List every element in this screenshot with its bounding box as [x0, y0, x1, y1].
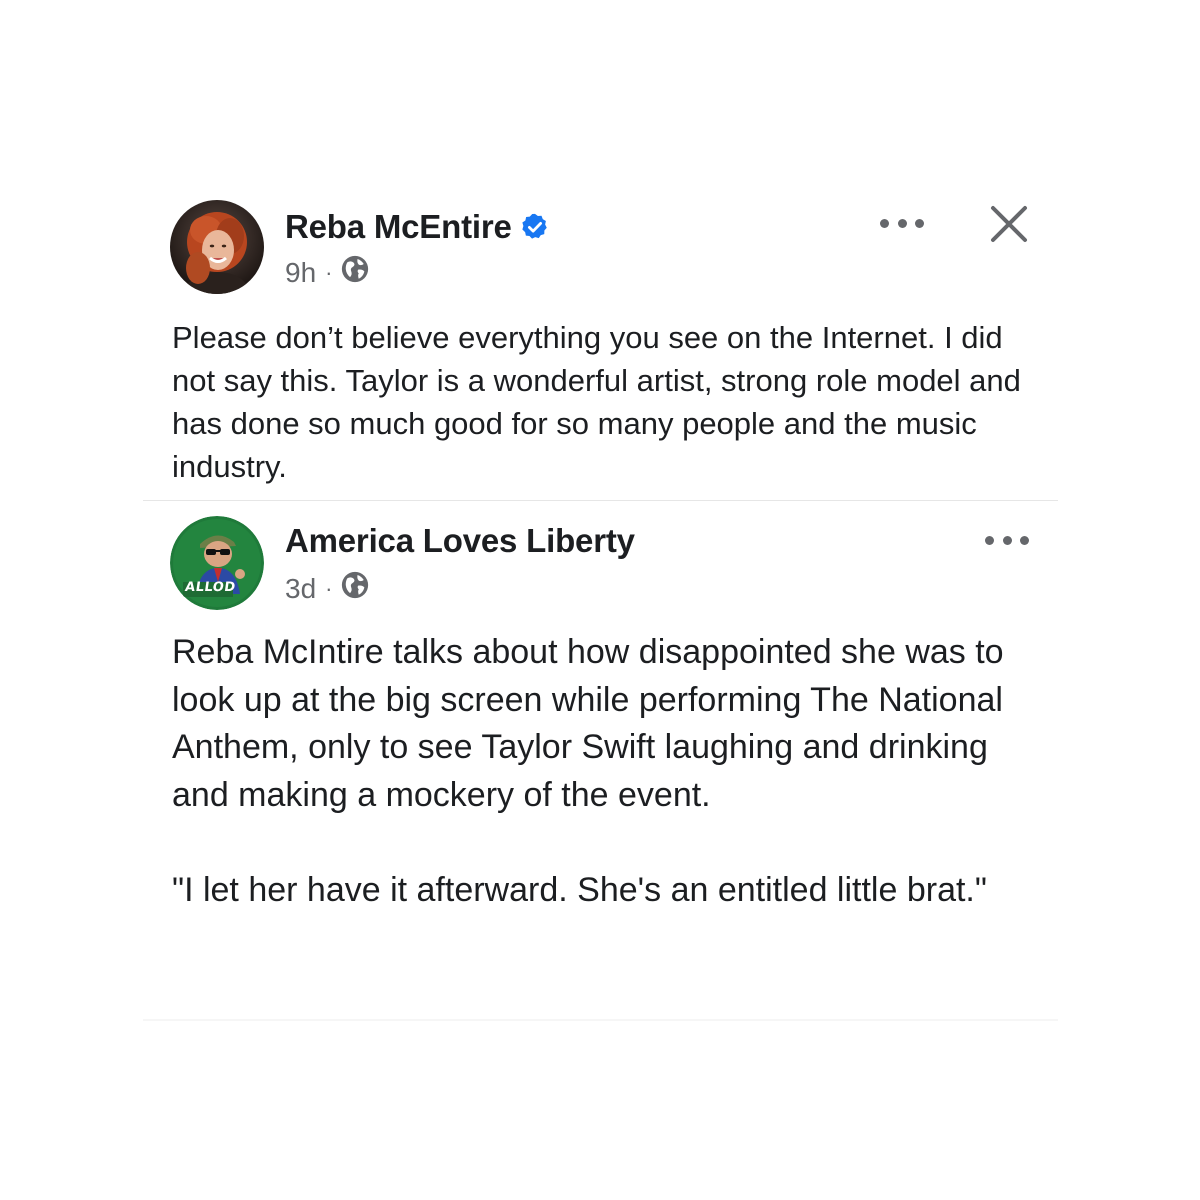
more-dot [880, 218, 889, 228]
more-dot [1020, 535, 1029, 545]
globe-icon [340, 570, 370, 607]
author-name[interactable]: Reba McEntire [285, 208, 512, 245]
post-meta: 3d · [285, 570, 370, 607]
more-options-icon[interactable] [880, 213, 924, 233]
post-meta: 9h · [285, 254, 370, 291]
globe-icon [340, 254, 370, 291]
author-name[interactable]: America Loves Liberty [285, 522, 635, 559]
post-reba-mcentire: Reba McEntire 9h · Please don’t believe … [143, 196, 1058, 500]
more-dot [897, 218, 907, 228]
post-bottom-edge [143, 1019, 1058, 1021]
close-icon[interactable] [983, 200, 1035, 252]
more-options-icon[interactable] [985, 530, 1029, 550]
post-author[interactable]: America Loves Liberty [285, 522, 635, 560]
post-body-text: Reba McIntire talks about how disappoint… [172, 633, 1004, 909]
more-dot [1002, 535, 1012, 545]
post-divider [143, 500, 1058, 501]
post-author[interactable]: Reba McEntire [285, 208, 550, 250]
post-body-text: Please don’t believe everything you see … [172, 320, 1030, 484]
avatar-america-loves-liberty[interactable]: ALLOD [170, 516, 264, 610]
more-dot [915, 218, 924, 228]
avatar-banner-text: ALLOD [183, 580, 237, 595]
post-timestamp[interactable]: 9h [285, 257, 316, 289]
meta-separator: · [325, 259, 333, 285]
verified-badge-icon [520, 212, 550, 250]
profile-photo-icon [170, 200, 264, 294]
post-timestamp[interactable]: 3d [285, 573, 316, 605]
post-america-loves-liberty: ALLOD America Loves Liberty 3d · Reba Mc… [143, 502, 1058, 1020]
meta-separator: · [325, 575, 333, 601]
avatar-reba-mcentire[interactable] [170, 200, 264, 294]
more-dot [985, 535, 994, 545]
profile-photo-icon [170, 516, 264, 610]
